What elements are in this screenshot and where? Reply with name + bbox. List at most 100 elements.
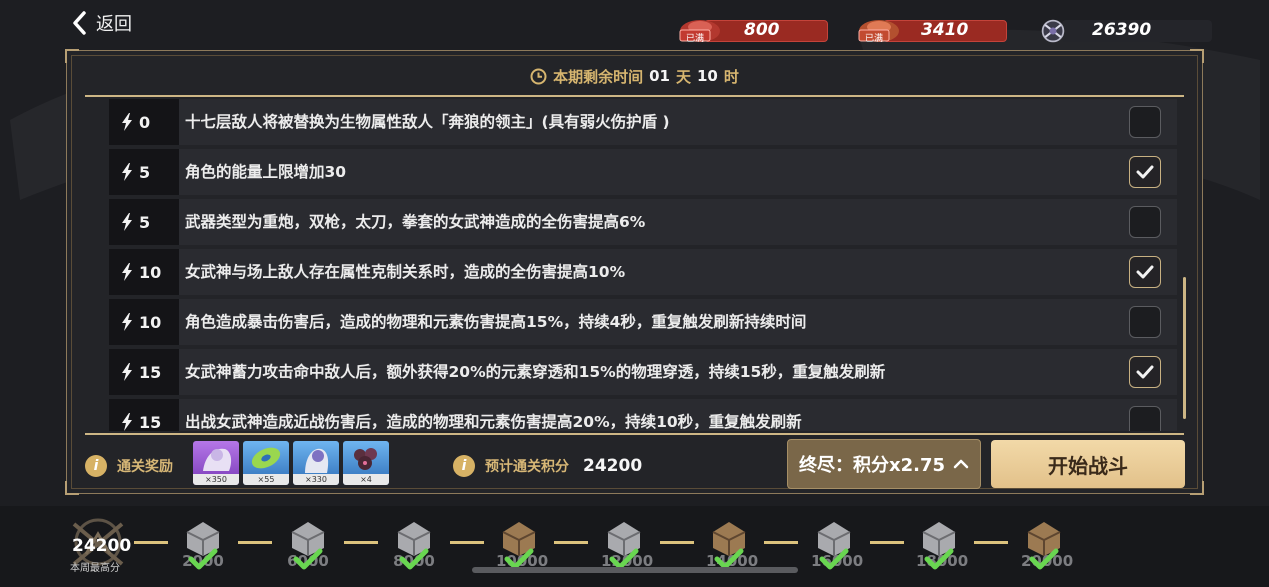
milestone-chest[interactable]: 2000 bbox=[180, 518, 226, 578]
buff-cost-value: 15 bbox=[139, 412, 162, 432]
buff-row[interactable]: 10 角色造成暴击伤害后，造成的物理和元素伤害提高15%，持续4秒，重复触发刷新… bbox=[109, 299, 1177, 345]
currency-2: 已满 3410 bbox=[855, 18, 1007, 44]
back-button[interactable]: 返回 bbox=[72, 8, 132, 38]
estimate-value: 24200 bbox=[583, 456, 643, 476]
buff-cost-value: 10 bbox=[139, 262, 162, 282]
buff-row[interactable]: 0 十七层敌人将被替换为生物属性敌人「奔狼的领主」(具有弱火伤护盾 ) bbox=[109, 99, 1177, 145]
checkmark-icon bbox=[293, 548, 323, 570]
corner-ornament bbox=[65, 481, 79, 495]
buff-row[interactable]: 15 女武神蓄力攻击命中敌人后，额外获得20%的元素穿透和15%的物理穿透，持续… bbox=[109, 349, 1177, 395]
buff-checkbox[interactable] bbox=[1129, 306, 1161, 338]
character-card-icon bbox=[203, 448, 232, 471]
reward-qty: ×4 bbox=[343, 474, 389, 485]
milestone-chest[interactable]: 6000 bbox=[285, 518, 331, 578]
period-timer: 本期剩余时间 01 天 10 时 bbox=[67, 65, 1202, 87]
back-label: 返回 bbox=[96, 14, 132, 35]
difficulty-label: 终尽：积分x2.75 bbox=[798, 455, 946, 476]
corner-ornament bbox=[1190, 49, 1204, 63]
progress-connector bbox=[764, 541, 798, 544]
buff-cost: 10 bbox=[109, 299, 179, 345]
lightning-icon bbox=[122, 263, 132, 281]
buff-description: 角色造成暴击伤害后，造成的物理和元素伤害提高15%，持续4秒，重复触发刷新持续时… bbox=[185, 313, 807, 331]
info-icon[interactable]: i bbox=[85, 455, 107, 477]
buff-checkbox[interactable] bbox=[1129, 156, 1161, 188]
chevron-up-icon bbox=[953, 459, 969, 469]
difficulty-selector[interactable]: 终尽：积分x2.75 bbox=[787, 439, 981, 489]
buff-cost: 5 bbox=[109, 199, 179, 245]
currency-1: 已满 800 bbox=[676, 18, 828, 44]
progress-connector bbox=[450, 541, 484, 544]
buff-cost: 10 bbox=[109, 249, 179, 295]
timer-label: 本期剩余时间 bbox=[553, 67, 644, 86]
reward-item-4[interactable]: ×4 bbox=[343, 441, 389, 485]
currency-1-tag: 已满 bbox=[686, 34, 705, 44]
lightning-icon bbox=[122, 113, 132, 131]
corner-ornament bbox=[1190, 481, 1204, 495]
emblem-icon bbox=[1041, 19, 1065, 43]
reward-qty: ×330 bbox=[293, 474, 339, 485]
currency-2-tag: 已满 bbox=[865, 34, 884, 44]
milestone-chest[interactable]: 8000 bbox=[391, 518, 437, 578]
buff-cost: 15 bbox=[109, 399, 179, 431]
checkmark-icon bbox=[1136, 165, 1154, 179]
lightning-icon bbox=[122, 313, 132, 331]
buff-row[interactable]: 5 角色的能量上限增加30 bbox=[109, 149, 1177, 195]
milestone-chest[interactable]: 16000 bbox=[811, 518, 863, 578]
checkmark-icon bbox=[819, 548, 849, 570]
estimate-label: 预计通关积分 bbox=[485, 459, 569, 475]
currency-3-value: 26390 bbox=[1092, 20, 1152, 40]
progress-connector bbox=[554, 541, 588, 544]
currency-1-value: 800 bbox=[744, 20, 780, 40]
buff-description: 女武神蓄力攻击命中敌人后，额外获得20%的元素穿透和15%的物理穿透，持续15秒… bbox=[185, 363, 886, 381]
buff-checkbox[interactable] bbox=[1129, 406, 1161, 431]
progress-connector bbox=[238, 541, 272, 544]
checkmark-icon bbox=[1136, 365, 1154, 379]
lightning-icon bbox=[122, 413, 132, 431]
buff-row[interactable]: 5 武器类型为重炮，双枪，太刀，拳套的女武神造成的全伤害提高6% bbox=[109, 199, 1177, 245]
reward-items: ×350 ×55 ×330 ×4 bbox=[193, 441, 389, 485]
info-icon[interactable]: i bbox=[453, 455, 475, 477]
buff-checkbox[interactable] bbox=[1129, 206, 1161, 238]
buff-cost-value: 10 bbox=[139, 312, 162, 332]
timer-hours-unit: 时 bbox=[723, 67, 739, 86]
buff-list[interactable]: 0 十七层敌人将被替换为生物属性敌人「奔狼的领主」(具有弱火伤护盾 ) 5 角色… bbox=[109, 99, 1177, 431]
lightning-icon bbox=[122, 363, 132, 381]
buff-description: 武器类型为重炮，双枪，太刀，拳套的女武神造成的全伤害提高6% bbox=[185, 213, 646, 231]
currency-2-value: 3410 bbox=[921, 20, 969, 40]
list-scrollbar[interactable] bbox=[1183, 277, 1186, 419]
buff-checkbox[interactable] bbox=[1129, 256, 1161, 288]
buff-cost-value: 0 bbox=[139, 112, 151, 132]
estimated-score: i 预计通关积分 24200 bbox=[453, 455, 642, 477]
crystal-cluster-icon bbox=[354, 448, 377, 470]
progress-connector bbox=[974, 541, 1008, 544]
buff-row[interactable]: 15 出战女武神造成近战伤害后，造成的物理和元素伤害提高20%，持续10秒，重复… bbox=[109, 399, 1177, 431]
checkmark-icon bbox=[188, 548, 218, 570]
checkmark-icon bbox=[399, 548, 429, 570]
horizontal-scrollbar[interactable] bbox=[472, 567, 798, 573]
divider bbox=[85, 95, 1184, 97]
buff-cost-value: 15 bbox=[139, 362, 162, 382]
timer-hours: 10 bbox=[697, 67, 718, 85]
progress-connector bbox=[134, 541, 168, 544]
progress-connector bbox=[344, 541, 378, 544]
reward-item-2[interactable]: ×55 bbox=[243, 441, 289, 485]
reward-item-1[interactable]: ×350 bbox=[193, 441, 239, 485]
clock-icon bbox=[530, 68, 547, 84]
buff-cost-value: 5 bbox=[139, 162, 151, 182]
corner-ornament bbox=[65, 49, 79, 63]
reward-label: 通关奖励 bbox=[117, 459, 173, 475]
best-score-value: 24200 bbox=[72, 536, 132, 556]
buff-row[interactable]: 10 女武神与场上敌人存在属性克制关系时，造成的全伤害提高10% bbox=[109, 249, 1177, 295]
milestone-chest[interactable]: 20000 bbox=[1021, 518, 1073, 578]
buff-panel: 本期剩余时间 01 天 10 时 0 十七层敌人将被替换为生物属性敌人「奔狼的领… bbox=[65, 49, 1204, 495]
start-battle-button[interactable]: 开始战斗 bbox=[991, 440, 1185, 488]
buff-description: 角色的能量上限增加30 bbox=[185, 163, 347, 181]
milestone-chest[interactable]: 18000 bbox=[916, 518, 968, 578]
buff-checkbox[interactable] bbox=[1129, 356, 1161, 388]
buff-description: 女武神与场上敌人存在属性克制关系时，造成的全伤害提高10% bbox=[185, 263, 626, 281]
reward-item-3[interactable]: ×330 bbox=[293, 441, 339, 485]
checkmark-icon bbox=[1029, 548, 1059, 570]
character-card-icon bbox=[305, 448, 329, 473]
reward-section-label: i 通关奖励 bbox=[85, 455, 173, 477]
buff-checkbox[interactable] bbox=[1129, 106, 1161, 138]
